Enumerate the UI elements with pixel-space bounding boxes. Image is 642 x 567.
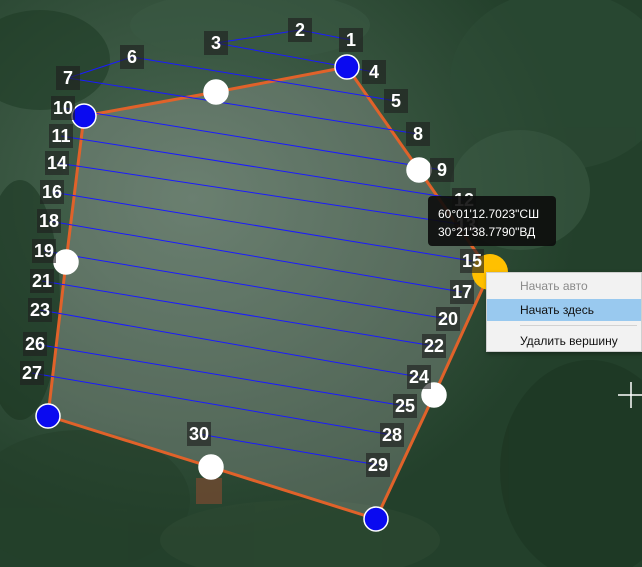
waypoint-label: 7 bbox=[56, 66, 80, 90]
waypoint-label: 29 bbox=[366, 453, 391, 477]
waypoint-label: 3 bbox=[204, 31, 228, 55]
waypoint-label: 10 bbox=[51, 96, 76, 120]
waypoint-label: 21 bbox=[30, 269, 55, 293]
crosshair-cursor-icon bbox=[618, 382, 642, 408]
vertex-marker-icon[interactable] bbox=[334, 54, 360, 80]
waypoint-label: 8 bbox=[406, 122, 430, 146]
waypoint-label: 4 bbox=[362, 60, 386, 84]
waypoint-label: 1 bbox=[339, 28, 363, 52]
waypoint-label: 9 bbox=[430, 158, 454, 182]
waypoint-label: 22 bbox=[422, 334, 447, 358]
waypoint-label: 27 bbox=[20, 361, 45, 385]
waypoint-label: 6 bbox=[120, 45, 144, 69]
waypoint-label: 23 bbox=[28, 298, 53, 322]
waypoint-label: 28 bbox=[380, 423, 405, 447]
waypoint-label: 18 bbox=[37, 209, 62, 233]
menu-separator bbox=[520, 325, 637, 326]
longitude-readout: 30°21'38.7790"ВД bbox=[438, 225, 536, 239]
vertex-marker-icon[interactable] bbox=[363, 506, 389, 532]
waypoint-label: 26 bbox=[23, 332, 48, 356]
vertex-marker-icon[interactable] bbox=[71, 103, 97, 129]
waypoint-label: 5 bbox=[384, 89, 408, 113]
waypoint-label: 24 bbox=[407, 365, 432, 389]
waypoint-label: 25 bbox=[393, 394, 418, 418]
latitude-readout: 60°01'12.7023"СШ bbox=[438, 207, 540, 221]
midpoint-marker-icon[interactable] bbox=[203, 79, 229, 105]
start-here-menu-item[interactable]: Начать здесь bbox=[487, 299, 641, 321]
waypoint-label: 19 bbox=[32, 239, 57, 263]
context-menu: Начать авто Начать здесь Удалить вершину bbox=[486, 272, 642, 352]
ground-feature bbox=[196, 478, 222, 504]
waypoint-label: 20 bbox=[436, 307, 461, 331]
midpoint-marker-icon[interactable] bbox=[406, 157, 432, 183]
midpoint-marker-icon[interactable] bbox=[53, 249, 79, 275]
waypoint-label: 15 bbox=[460, 249, 485, 273]
waypoint-label: 16 bbox=[40, 180, 65, 204]
vertex-marker-icon[interactable] bbox=[35, 403, 61, 429]
waypoint-label: 14 bbox=[45, 151, 70, 175]
waypoint-label: 2 bbox=[288, 18, 312, 42]
coordinate-tooltip: 60°01'12.7023"СШ 30°21'38.7790"ВД bbox=[428, 196, 556, 246]
waypoint-label: 11 bbox=[49, 124, 73, 148]
delete-vertex-menu-item[interactable]: Удалить вершину bbox=[487, 330, 641, 352]
midpoint-marker-icon[interactable] bbox=[198, 454, 224, 480]
start-auto-menu-item[interactable]: Начать авто bbox=[487, 275, 641, 297]
waypoint-label: 30 bbox=[187, 422, 212, 446]
waypoint-label: 17 bbox=[450, 280, 475, 304]
